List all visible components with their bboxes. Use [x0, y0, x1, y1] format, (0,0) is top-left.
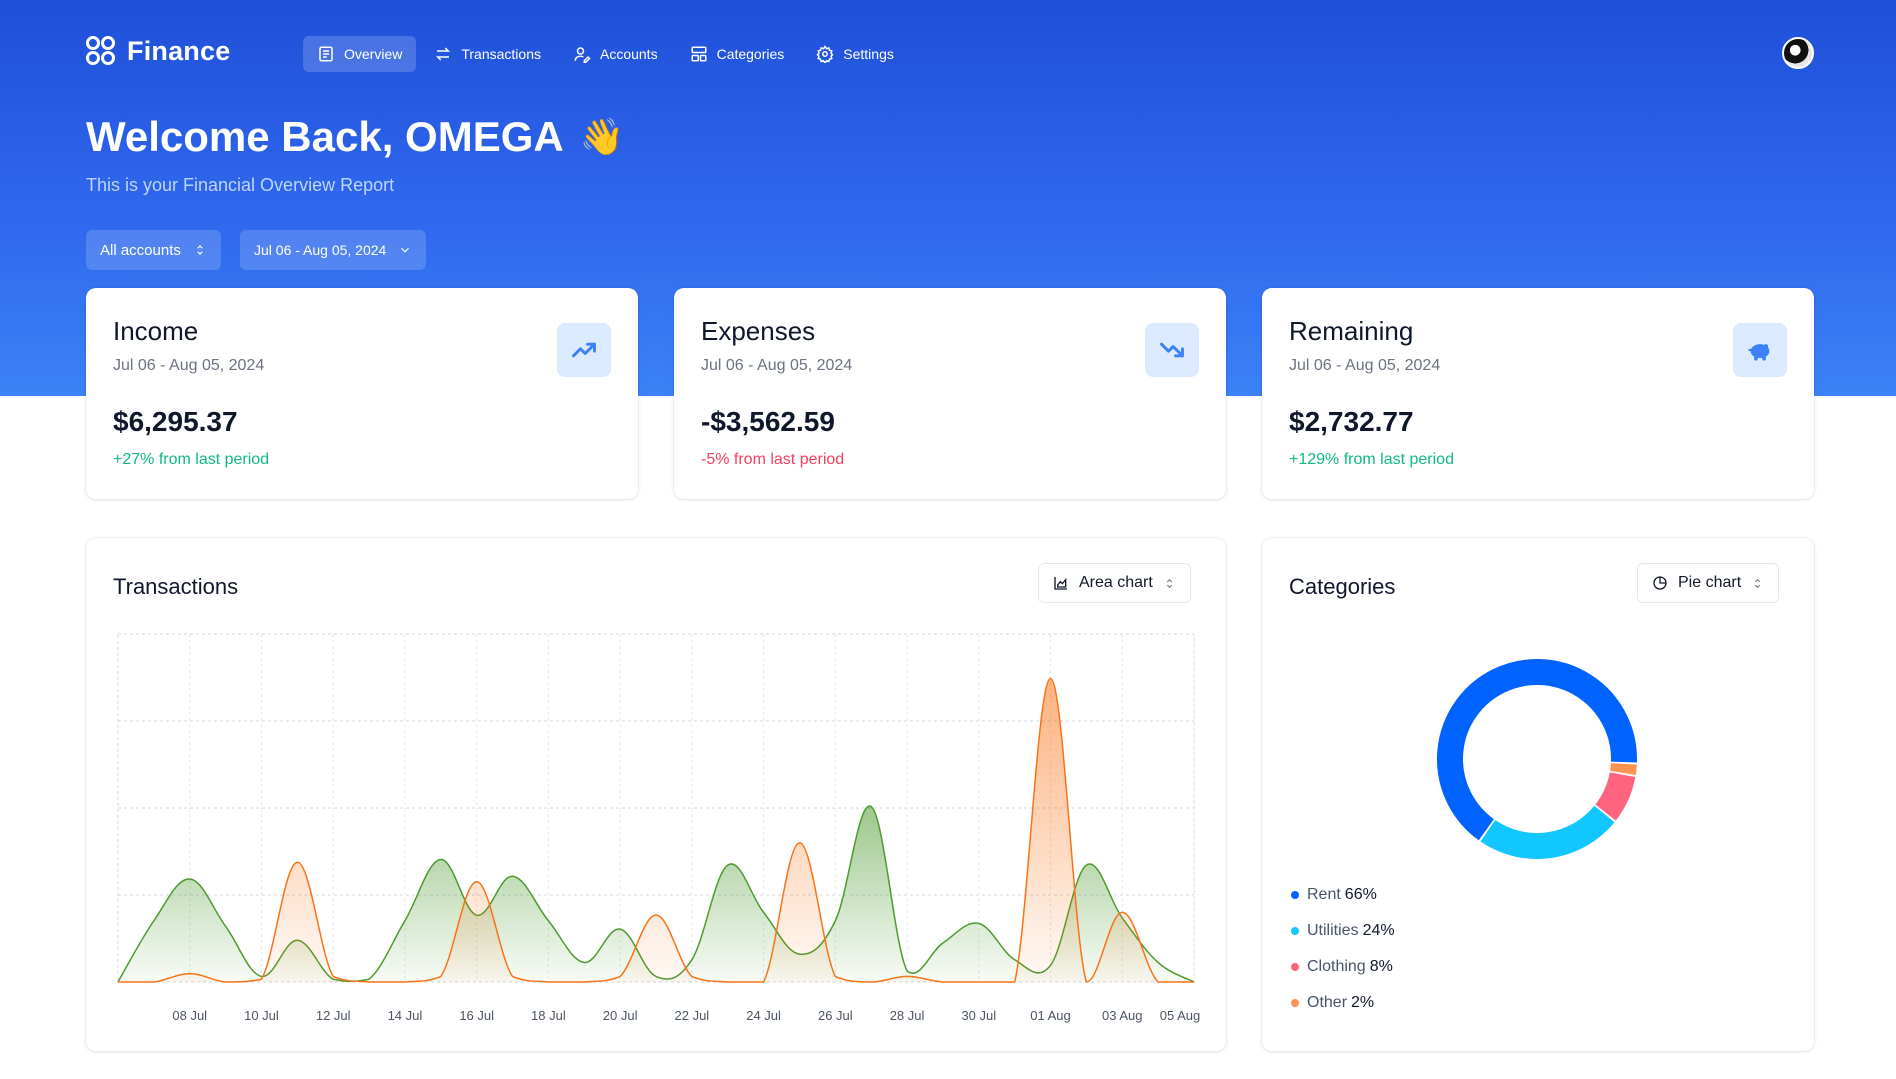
nav-item-transactions[interactable]: Transactions — [420, 36, 555, 72]
trending-up-icon — [557, 323, 611, 377]
app-name: Finance — [127, 36, 231, 66]
stat-title: Income — [113, 316, 199, 346]
legend-label: Rent — [1307, 886, 1341, 903]
donut-slice-clothing — [1595, 771, 1636, 821]
legend-value: 2% — [1351, 994, 1375, 1011]
x-tick-label: 18 Jul — [531, 1008, 566, 1023]
nav-item-accounts[interactable]: Accounts — [559, 36, 672, 72]
x-tick-label: 22 Jul — [675, 1008, 710, 1023]
account-filter-value: All accounts — [100, 241, 181, 259]
account-filter-select[interactable]: All accounts — [86, 230, 221, 270]
trending-down-icon — [1145, 323, 1199, 377]
categories-icon — [691, 46, 707, 62]
legend-dot — [1291, 891, 1299, 899]
x-tick-label: 12 Jul — [316, 1008, 351, 1023]
expenses-card: Expenses Jul 06 - Aug 05, 2024 -$3,562.5… — [674, 288, 1226, 499]
stat-change: -5% from last period — [701, 451, 845, 468]
legend-dot — [1291, 999, 1299, 1007]
user-accounts-icon — [574, 47, 591, 63]
donut-slice-other — [1610, 762, 1637, 775]
stat-date-range: Jul 06 - Aug 05, 2024 — [701, 357, 853, 374]
x-tick-label: 24 Jul — [746, 1008, 781, 1023]
remaining-card: Remaining Jul 06 - Aug 05, 2024 $2,732.7… — [1262, 288, 1814, 499]
categories-panel: Categories Pie chart Rent 66% Utilities … — [1262, 538, 1814, 1051]
x-tick-label: 30 Jul — [961, 1008, 996, 1023]
legend-dot — [1291, 963, 1299, 971]
overview-icon — [319, 46, 333, 62]
finance-logo-icon — [86, 36, 117, 67]
x-tick-label: 20 Jul — [603, 1008, 638, 1023]
income-card: Income Jul 06 - Aug 05, 2024 $6,295.37 +… — [86, 288, 638, 499]
stat-value: $6,295.37 — [113, 406, 238, 437]
legend-value: 66% — [1344, 886, 1377, 903]
x-tick-label: 03 Aug — [1102, 1008, 1143, 1023]
legend-item-other: Other 2% — [1291, 994, 1374, 1012]
nav-item-label: Settings — [843, 46, 894, 62]
x-tick-label: 08 Jul — [172, 1008, 207, 1023]
gear-icon — [816, 45, 834, 63]
stat-value: $2,732.77 — [1289, 406, 1414, 437]
x-tick-label: 28 Jul — [890, 1008, 925, 1023]
legend-item-utilities: Utilities 24% — [1291, 922, 1395, 940]
nav-item-label: Overview — [344, 46, 403, 62]
stat-change: +129% from last period — [1289, 451, 1454, 468]
transactions-area-chart: 08 Jul 10 Jul 12 Jul 14 Jul 16 Jul 18 Jul 20 J… — [117, 633, 1201, 1023]
stat-date-range: Jul 06 - Aug 05, 2024 — [113, 357, 265, 374]
series-area-expenses — [118, 678, 1194, 982]
transactions-panel: Transactions Area chart 08 Jul 10 Jul 12 J… — [86, 538, 1226, 1051]
chevron-up-down-icon — [197, 245, 203, 255]
piggy-bank-icon — [1733, 323, 1787, 377]
stat-value: -$3,562.59 — [701, 406, 835, 437]
nav-item-settings[interactable]: Settings — [802, 36, 908, 72]
chevron-down-icon — [401, 247, 410, 253]
waving-hand-icon: 👋 — [579, 116, 625, 157]
x-tick-label: 26 Jul — [818, 1008, 853, 1023]
legend-item-rent: Rent 66% — [1291, 886, 1377, 904]
legend-dot — [1291, 927, 1299, 935]
x-tick-label: 14 Jul — [388, 1008, 423, 1023]
stat-title: Remaining — [1289, 316, 1414, 346]
donut-slice-utilities — [1480, 805, 1615, 859]
legend-item-clothing: Clothing 8% — [1291, 958, 1393, 976]
legend-value: 8% — [1369, 958, 1393, 975]
stat-date-range: Jul 06 - Aug 05, 2024 — [1289, 357, 1441, 374]
nav-item-overview[interactable]: Overview — [303, 36, 417, 72]
x-tick-label: 10 Jul — [244, 1008, 279, 1023]
user-avatar[interactable] — [1782, 37, 1814, 69]
nav-item-label: Transactions — [461, 46, 541, 62]
page-title: Welcome Back, OMEGA 👋 — [86, 113, 625, 161]
main-nav: Overview Transactions Accounts Categorie… — [303, 36, 908, 72]
nav-item-categories[interactable]: Categories — [676, 36, 799, 72]
x-tick-label: 01 Aug — [1030, 1008, 1071, 1023]
page-subtitle: This is your Financial Overview Report — [86, 175, 395, 195]
legend-label: Utilities — [1307, 922, 1359, 939]
nav-item-label: Categories — [716, 46, 785, 62]
nav-item-label: Accounts — [599, 46, 658, 62]
legend-label: Clothing — [1307, 958, 1366, 975]
x-tick-label: 05 Aug — [1160, 1008, 1201, 1023]
stat-change: +27% from last period — [113, 451, 270, 468]
transfer-icon — [436, 47, 451, 61]
x-tick-label: 16 Jul — [459, 1008, 494, 1023]
legend-value: 24% — [1362, 922, 1395, 939]
app-logo[interactable]: Finance — [86, 36, 230, 67]
welcome-text: Welcome Back, OMEGA — [86, 113, 564, 160]
date-range-picker[interactable]: Jul 06 - Aug 05, 2024 — [240, 230, 427, 270]
stat-title: Expenses — [701, 316, 816, 346]
legend-label: Other — [1307, 994, 1348, 1011]
date-range-value: Jul 06 - Aug 05, 2024 — [254, 242, 387, 258]
